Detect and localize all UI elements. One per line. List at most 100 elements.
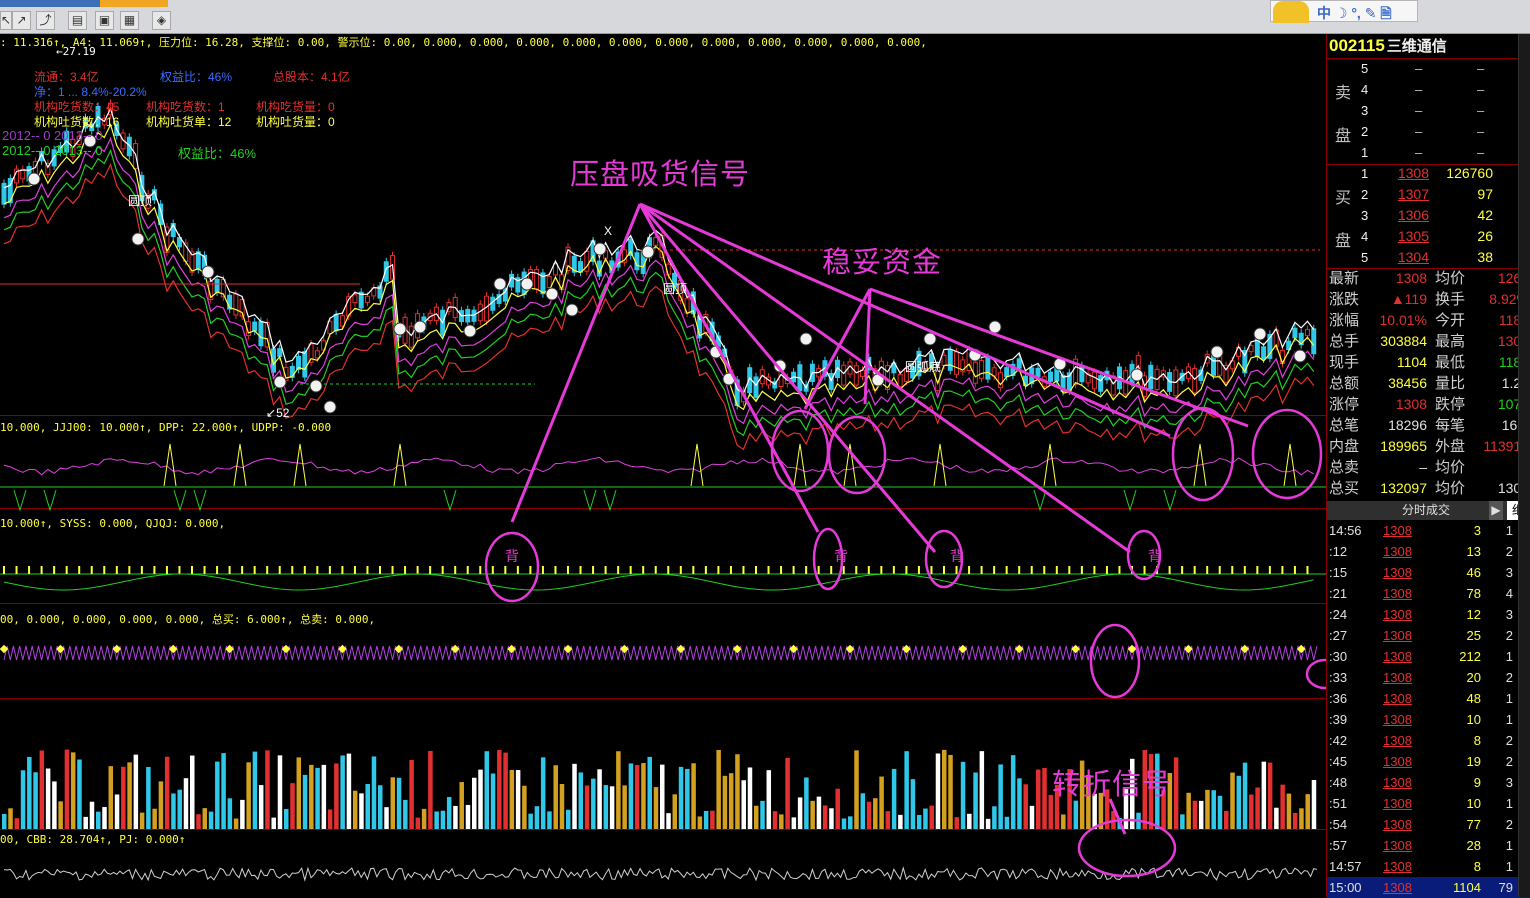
quote-row: 总卖–均价– xyxy=(1327,457,1530,478)
trade-row[interactable]: :30 1308 212 1 xyxy=(1327,646,1530,667)
volume-bar xyxy=(1023,784,1028,829)
osc-valley xyxy=(1123,489,1137,512)
volume-bar xyxy=(403,799,408,829)
annotation-arrow xyxy=(510,203,642,523)
volume-bar xyxy=(923,808,928,829)
stock-title[interactable]: 002115 三维通信 xyxy=(1327,34,1530,58)
sell-level-row[interactable]: 1 – – xyxy=(1327,142,1530,163)
trade-row[interactable]: 14:56 1308 3 1 xyxy=(1327,520,1530,541)
trade-row[interactable]: :15 1308 46 3 xyxy=(1327,562,1530,583)
sell-level-row[interactable]: 4 – – xyxy=(1327,79,1530,100)
quote-key-2: 跌停 xyxy=(1435,396,1466,413)
buy-level-row[interactable]: 3 1306 42 xyxy=(1327,205,1530,226)
trade-row[interactable]: :48 1308 9 3 xyxy=(1327,772,1530,793)
osc-valley xyxy=(43,489,57,512)
trade-detail-tab[interactable]: 分时成交 ▶ 细 xyxy=(1327,501,1530,520)
buy-level-row[interactable]: 2 1307 97 xyxy=(1327,184,1530,205)
annotation-stable-funds: 稳妥资金 xyxy=(822,245,943,279)
trade-row[interactable]: :24 1308 12 3 xyxy=(1327,604,1530,625)
trade-row[interactable]: :39 1308 10 1 xyxy=(1327,709,1530,730)
volume-bar xyxy=(146,767,151,829)
chart-icon[interactable]: ▦ xyxy=(120,11,139,30)
trade-row[interactable]: 14:57 1308 8 1 xyxy=(1327,856,1530,877)
trade-row[interactable]: :54 1308 77 2 xyxy=(1327,814,1530,835)
volume-bar xyxy=(1274,807,1279,829)
volume-bar xyxy=(240,799,245,829)
stats-icon[interactable]: ▣ xyxy=(95,11,114,30)
volume-bar xyxy=(572,763,577,829)
help-icon[interactable]: ◈ xyxy=(152,11,171,30)
candle-body xyxy=(979,359,985,379)
kline-chart-area[interactable]: : 11.316↑, A4: 11.069↑, 压力位: 16.28, 支撑位:… xyxy=(0,34,1326,897)
buy-level-row[interactable]: 5 1304 38 xyxy=(1327,247,1530,268)
play-icon[interactable]: ▶ xyxy=(1489,501,1503,520)
volume-bar xyxy=(114,794,120,829)
volume-bar xyxy=(616,751,621,829)
draw-trend-icon[interactable]: ⤴ xyxy=(36,11,55,30)
volume-bar xyxy=(252,751,258,829)
volume-bar xyxy=(553,765,558,829)
ime-status[interactable]: 中 ☽ °, ✎ 🗎 xyxy=(1317,3,1392,27)
trade-time: :27 xyxy=(1329,628,1348,643)
volume-bar xyxy=(315,767,320,829)
divergence-mark-3: 背 xyxy=(950,548,964,564)
trade-qty: 77 xyxy=(1466,817,1481,832)
volume-bar xyxy=(327,809,333,829)
trade-row[interactable]: :57 1308 28 1 xyxy=(1327,835,1530,856)
trade-row[interactable]: 15:00 1308 1104 79 xyxy=(1327,877,1530,898)
scrollbar[interactable] xyxy=(1518,34,1530,897)
volume-bar xyxy=(822,805,828,829)
volume-bar xyxy=(1073,800,1079,829)
annotation-ellipse xyxy=(1171,406,1235,502)
volume-bar xyxy=(208,811,214,829)
trade-qty: 10 xyxy=(1466,712,1481,727)
report-icon[interactable]: ▤ xyxy=(68,11,87,30)
candle-body xyxy=(1311,328,1317,355)
buy-level-row[interactable]: 4 1305 26 xyxy=(1327,226,1530,247)
window-tab-2[interactable] xyxy=(100,0,168,7)
trade-qty: 8 xyxy=(1473,859,1481,874)
cursor-icon[interactable]: ↖ xyxy=(0,11,12,30)
candle-body xyxy=(364,295,370,303)
quote-key-2: 均价 xyxy=(1435,480,1466,497)
trade-qty: 48 xyxy=(1466,691,1481,706)
volume-bar xyxy=(277,755,283,829)
volume-bar xyxy=(948,754,953,829)
trade-row[interactable]: :21 1308 78 4 xyxy=(1327,583,1530,604)
sell-level-row[interactable]: 2 – – xyxy=(1327,121,1530,142)
ma-line-green xyxy=(3,149,1315,437)
volume-bar xyxy=(1061,814,1066,829)
volume-bar xyxy=(20,770,26,829)
volume-bar xyxy=(904,751,909,829)
trade-tab-label[interactable]: 分时成交 xyxy=(1402,501,1450,520)
ime-toolbar[interactable]: 中 ☽ °, ✎ 🗎 xyxy=(1270,0,1418,23)
buy-level-row[interactable]: 1 1308 126760 xyxy=(1327,163,1530,184)
trade-row[interactable]: :45 1308 19 2 xyxy=(1327,751,1530,772)
info-total-shares: 总股本：4.1亿 xyxy=(273,70,350,84)
sell-level-row[interactable]: 5 – – xyxy=(1327,58,1530,79)
volume-bar xyxy=(378,785,383,829)
sell-level-row[interactable]: 3 – – xyxy=(1327,100,1530,121)
volume-bar xyxy=(1192,800,1198,829)
trade-time: :12 xyxy=(1329,544,1348,559)
trade-row[interactable]: :42 1308 8 2 xyxy=(1327,730,1530,751)
window-tab-1[interactable] xyxy=(0,0,100,7)
trade-row[interactable]: :51 1308 10 1 xyxy=(1327,793,1530,814)
trade-row[interactable]: :27 1308 25 2 xyxy=(1327,625,1530,646)
volume-bar xyxy=(835,788,840,829)
peak-price-label: ←27.19 xyxy=(56,45,96,58)
volume-bar xyxy=(1255,787,1260,829)
volume-bar xyxy=(716,750,721,829)
quote-key: 总手 xyxy=(1329,333,1360,350)
trade-qty: 25 xyxy=(1466,628,1481,643)
info-equity-2: 权益比：46% xyxy=(178,146,257,161)
trade-row[interactable]: :12 1308 13 2 xyxy=(1327,541,1530,562)
annotation-arrow xyxy=(803,288,872,410)
level-price: – xyxy=(1415,145,1423,160)
draw-line-icon[interactable]: ↗ xyxy=(12,11,31,30)
volume-bar xyxy=(89,801,95,829)
trade-row[interactable]: :36 1308 48 1 xyxy=(1327,688,1530,709)
trade-row[interactable]: :33 1308 20 2 xyxy=(1327,667,1530,688)
volume-bar xyxy=(916,814,922,829)
volume-bar xyxy=(39,750,45,829)
